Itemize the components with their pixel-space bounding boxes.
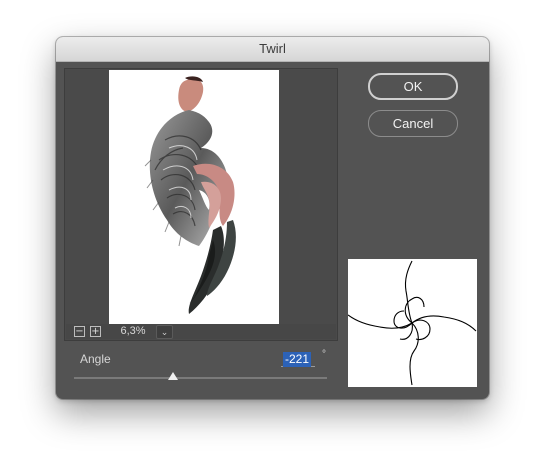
dialog-title: Twirl: [56, 37, 489, 62]
zoom-level: 6,3%: [120, 325, 146, 337]
twirl-dialog: Twirl − + 6,3% ⌄ OK Cancel Angle -221 °: [56, 37, 489, 399]
degree-unit: °: [322, 349, 326, 360]
preview-area: − + 6,3% ⌄: [64, 68, 338, 341]
zoom-in-button[interactable]: +: [90, 326, 101, 337]
angle-value: -221: [283, 352, 312, 367]
chevron-down-icon: ⌄: [160, 327, 169, 337]
plus-icon: +: [91, 326, 100, 337]
angle-input[interactable]: -221: [281, 350, 315, 367]
zoom-dropdown-button[interactable]: ⌄: [156, 325, 173, 339]
minus-icon: −: [75, 326, 84, 337]
ok-button[interactable]: OK: [368, 73, 458, 100]
zoom-bar: − + 6,3% ⌄: [66, 324, 336, 339]
twirl-preview-diagram: [347, 259, 477, 387]
angle-slider[interactable]: [74, 372, 327, 380]
filter-preview-image[interactable]: [109, 70, 279, 326]
twirled-photo: [144, 76, 236, 314]
zoom-out-button[interactable]: −: [74, 326, 85, 337]
angle-slider-thumb[interactable]: [167, 372, 178, 380]
angle-label: Angle: [80, 352, 111, 366]
twirl-curves: [347, 260, 477, 386]
cancel-button[interactable]: Cancel: [368, 110, 458, 137]
